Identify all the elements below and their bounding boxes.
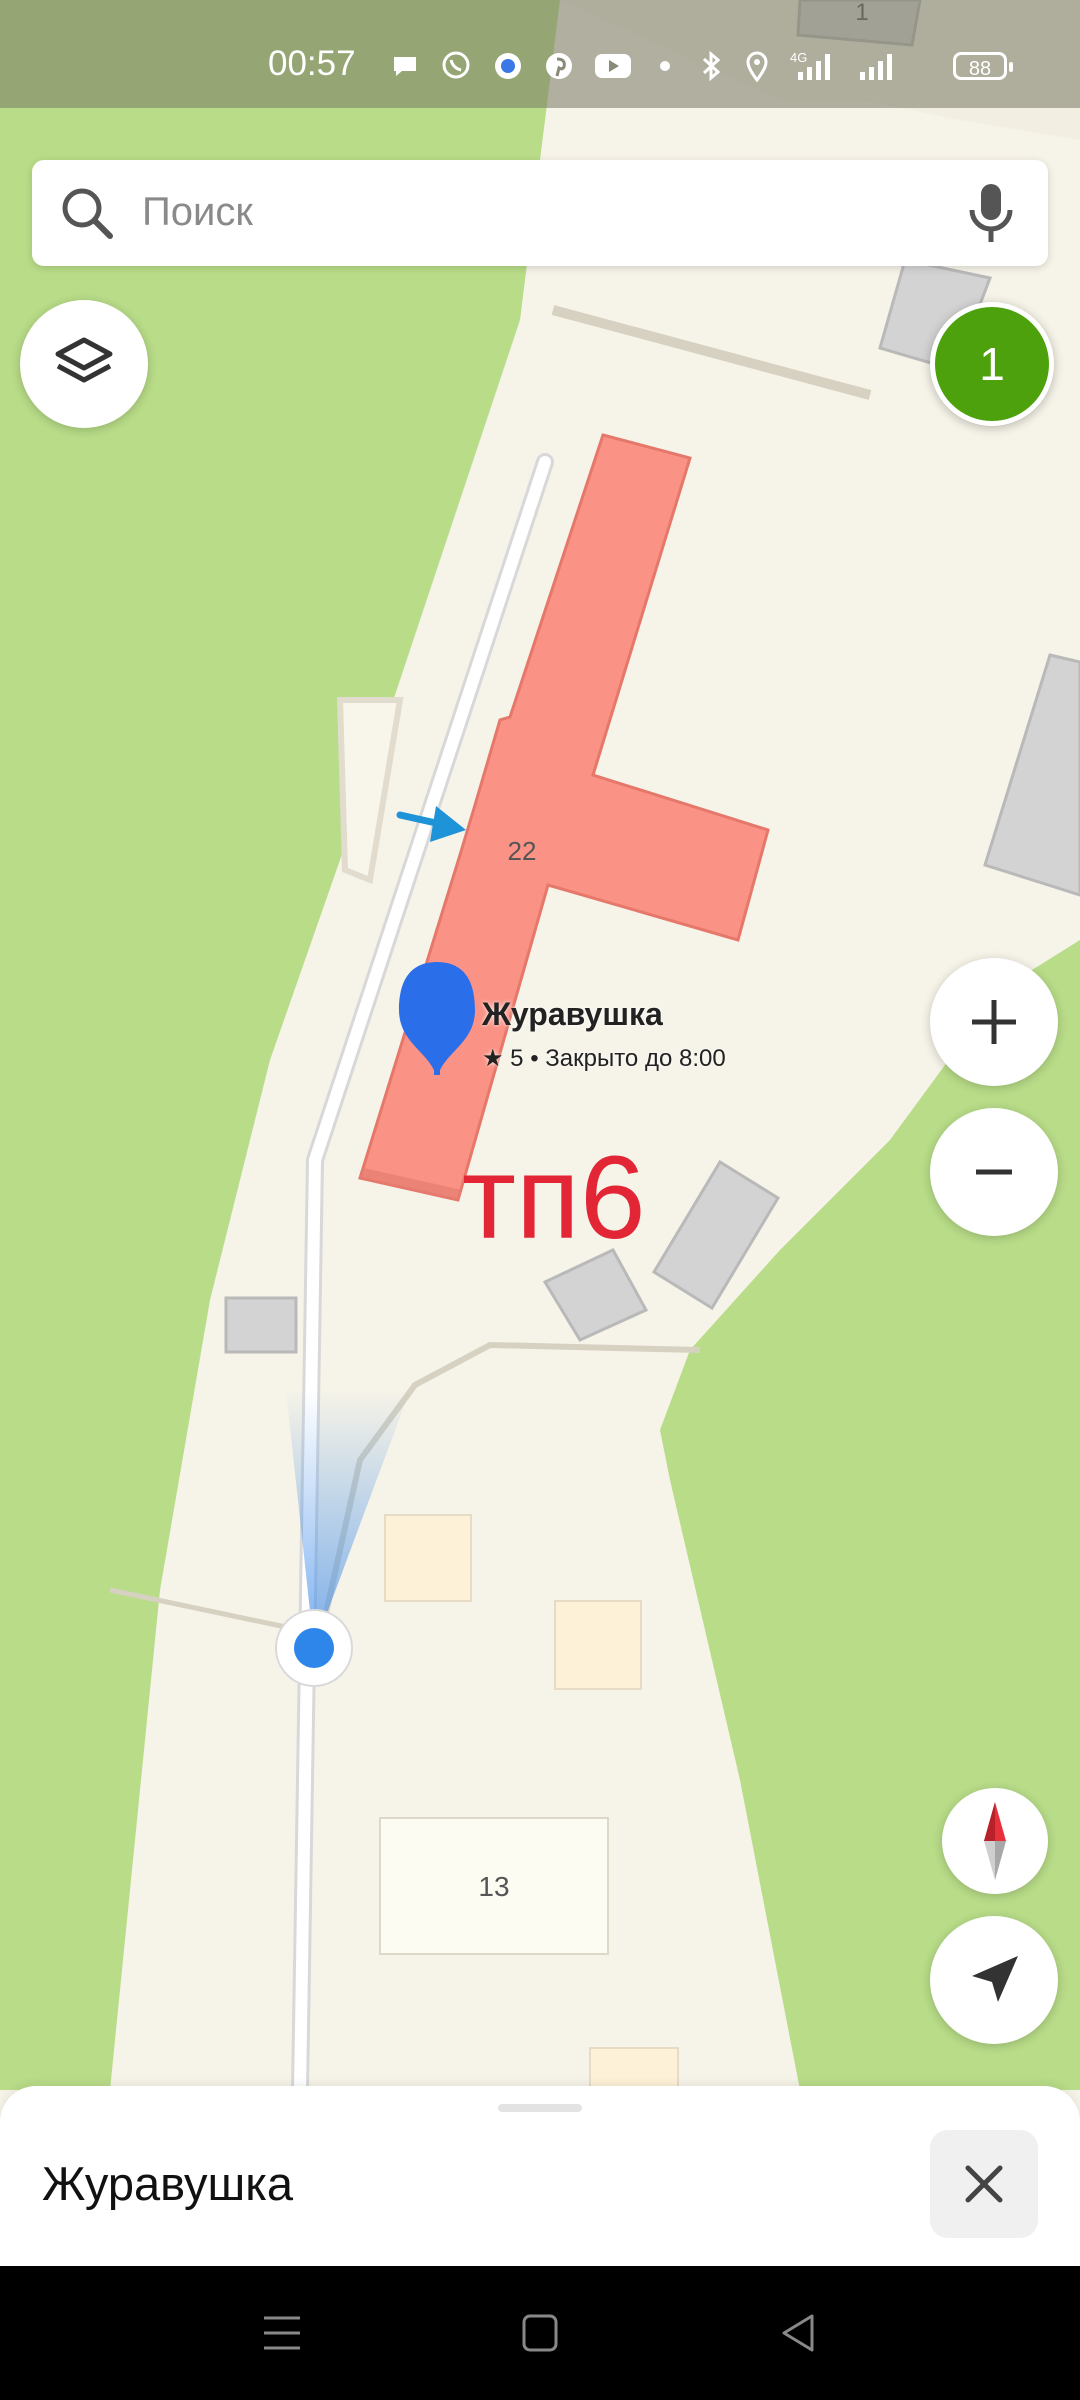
building-number-13: 13 bbox=[478, 1871, 509, 1902]
pinterest-icon bbox=[546, 53, 572, 79]
signal-icon bbox=[860, 54, 892, 80]
map-building-gray bbox=[224, 1296, 298, 1354]
user-location-dot bbox=[275, 1609, 353, 1687]
svg-text:4G: 4G bbox=[790, 50, 807, 65]
search-placeholder: Поиск bbox=[142, 190, 253, 234]
status-time: 00:57 bbox=[268, 44, 356, 83]
zoom-out-button[interactable] bbox=[930, 1108, 1058, 1236]
poi-name[interactable]: Журавушка bbox=[482, 996, 663, 1033]
status-bar: 00:57 4G 88 bbox=[0, 0, 1080, 108]
battery-indicator: 88 bbox=[953, 52, 1013, 80]
youtube-icon bbox=[595, 54, 631, 78]
close-button[interactable] bbox=[930, 2130, 1038, 2238]
dot-icon bbox=[660, 61, 670, 71]
search-icon bbox=[62, 188, 113, 239]
sheet-title: Журавушка bbox=[42, 2157, 293, 2210]
bluetooth-icon bbox=[702, 50, 721, 82]
bottom-sheet[interactable]: Журавушка bbox=[0, 2086, 1080, 2266]
viber-icon bbox=[442, 51, 470, 79]
menu-icon[interactable] bbox=[262, 2310, 302, 2356]
map-building-beige bbox=[384, 1514, 472, 1602]
zoom-in-button[interactable] bbox=[930, 958, 1058, 1086]
signal-4g-icon: 4G bbox=[790, 50, 830, 80]
location-icon bbox=[746, 51, 768, 82]
close-icon bbox=[965, 2165, 1003, 2203]
plus-icon bbox=[972, 1000, 1016, 1044]
poi-rating: ★ 5 • Закрыто до 8:00 bbox=[482, 1045, 726, 1072]
status-icons: 4G bbox=[390, 46, 898, 86]
notifications-badge[interactable]: 1 bbox=[930, 302, 1054, 426]
building-number-22: 22 bbox=[508, 836, 537, 866]
compass-icon bbox=[984, 1802, 1006, 1880]
microphone-icon[interactable] bbox=[964, 182, 1018, 244]
search-bar[interactable]: Поиск bbox=[32, 160, 1048, 266]
back-triangle-icon[interactable] bbox=[778, 2310, 818, 2356]
sheet-drag-handle[interactable] bbox=[498, 2104, 582, 2112]
layers-icon bbox=[55, 337, 113, 383]
chat-icon bbox=[394, 57, 416, 76]
system-nav-bar bbox=[0, 2266, 1080, 2400]
compass-button[interactable] bbox=[942, 1788, 1048, 1894]
browser-icon bbox=[495, 53, 521, 79]
map-building-beige bbox=[554, 1600, 642, 1690]
home-square-icon[interactable] bbox=[520, 2310, 560, 2356]
layers-button[interactable] bbox=[20, 300, 148, 428]
minus-icon bbox=[976, 1169, 1012, 1175]
navigation-arrow-icon bbox=[972, 1956, 1018, 2002]
my-location-button[interactable] bbox=[930, 1916, 1058, 2044]
handwritten-annotation: тп6 bbox=[462, 1132, 646, 1264]
